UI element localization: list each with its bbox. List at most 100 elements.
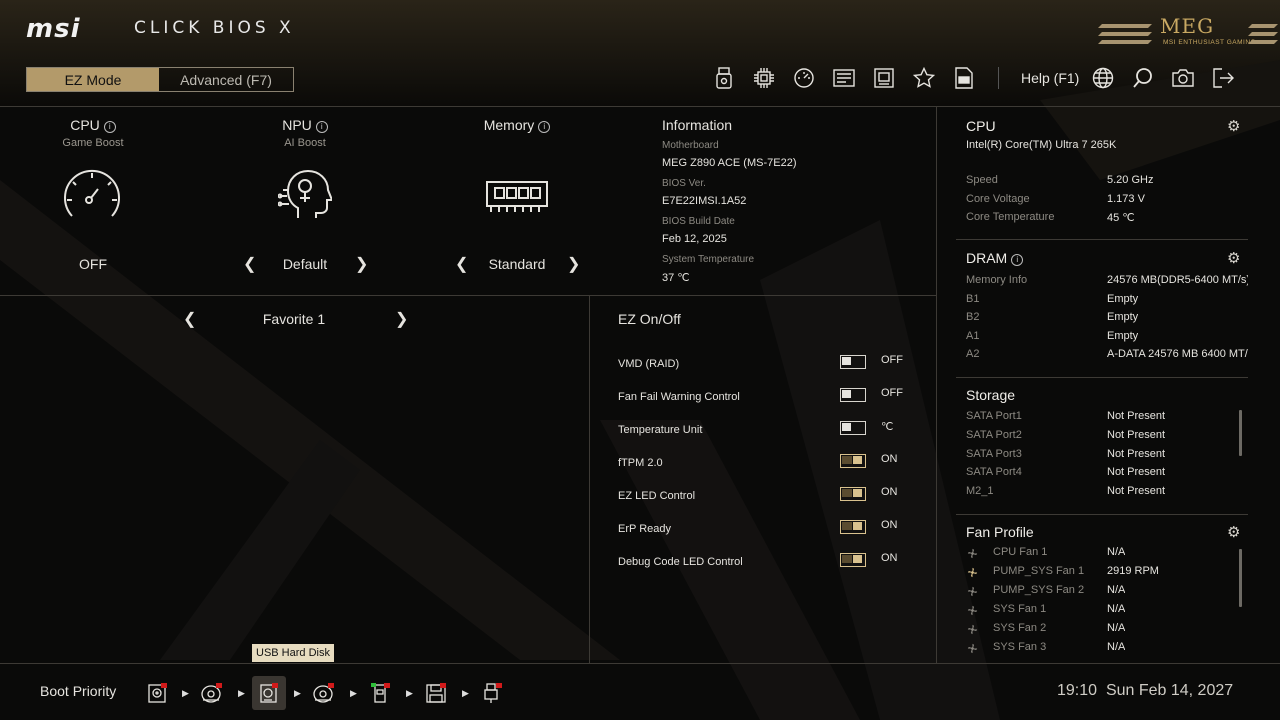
favorite-prev-arrow[interactable]: ❮ — [183, 309, 196, 329]
info-label: BIOS Ver. — [662, 178, 706, 189]
npu-prev-arrow[interactable]: ❮ — [243, 254, 256, 274]
ez-mode-tab[interactable]: EZ Mode — [27, 68, 159, 91]
boot-device-usb-device-icon[interactable] — [480, 681, 504, 705]
boot-device-hdd-icon[interactable] — [146, 681, 170, 705]
boot-device-list: ▶ ▶ ▶ ▶ ▶ ▶ — [146, 676, 506, 710]
storage-label: SATA Port1 — [966, 410, 1022, 422]
right-panel-divider — [936, 107, 937, 663]
dram-settings-gear-icon[interactable]: ⚙ — [1227, 249, 1240, 267]
favorite-divider — [589, 296, 590, 663]
dram-label: Memory Info — [966, 274, 1028, 286]
board-explorer-icon[interactable] — [872, 66, 896, 90]
storage-value: Not Present — [1107, 448, 1166, 460]
cpu-settings-gear-icon[interactable]: ⚙ — [1227, 117, 1240, 135]
memory-boost-title: Memory — [483, 117, 535, 133]
fan-settings-gear-icon[interactable]: ⚙ — [1227, 523, 1240, 541]
boot-order-arrow-icon: ▶ — [406, 688, 413, 698]
info-label: BIOS Build Date — [662, 216, 735, 227]
screenshot-camera-icon[interactable] — [1171, 66, 1195, 90]
advanced-mode-tab[interactable]: Advanced (F7) — [159, 68, 293, 91]
storage-section-title: Storage — [966, 387, 1016, 403]
game-boost-gauge-icon[interactable] — [62, 166, 122, 222]
right-panel-separator — [956, 377, 1248, 378]
ez-item-label: Temperature Unit — [618, 424, 703, 436]
storage-scrollbar[interactable] — [1239, 410, 1242, 456]
boot-device-usb-optical-icon[interactable] — [312, 681, 336, 705]
usb-flash-icon[interactable] — [712, 66, 736, 90]
system-clock: 19:10 Sun Feb 14, 2027 — [1057, 682, 1233, 700]
fan-icon — [967, 624, 978, 635]
info-icon[interactable]: i — [1011, 254, 1024, 266]
cpu-boost-value[interactable]: OFF — [20, 256, 166, 272]
ez-row-led: EZ LED Control ON — [618, 486, 898, 504]
right-panel-separator — [956, 239, 1248, 240]
exit-icon[interactable] — [1211, 66, 1235, 90]
fan-label: PUMP_SYS Fan 1 — [993, 565, 1085, 577]
cpu-boost-panel: CPU i Game Boost — [20, 117, 166, 149]
boot-device-usb-floppy-icon[interactable] — [424, 681, 448, 705]
memory-prev-arrow[interactable]: ❮ — [455, 254, 468, 274]
dram-label: A2 — [966, 348, 980, 360]
ftpm-toggle[interactable] — [840, 454, 866, 468]
top-toolbar: Help (F1) — [712, 64, 1251, 92]
info-icon[interactable]: i — [538, 121, 551, 133]
boost-divider — [0, 295, 936, 296]
dram-value: A-DATA 24576 MB 6400 MT/s — [1107, 348, 1248, 360]
fan-list: CPU Fan 1 N/A PUMP_SYS Fan 1 2919 RPM PU… — [966, 546, 1236, 658]
ez-item-label: VMD (RAID) — [618, 358, 680, 370]
cpu-boost-title: CPU — [70, 117, 100, 133]
npu-next-arrow[interactable]: ❯ — [355, 254, 368, 274]
favorite-next-arrow[interactable]: ❯ — [395, 309, 408, 329]
info-icon[interactable]: i — [103, 121, 116, 133]
npu-boost-subtitle: AI Boost — [284, 137, 326, 149]
help-button[interactable]: Help (F1) — [1021, 70, 1079, 86]
favorite-star-icon[interactable] — [912, 66, 936, 90]
meg-tagline: MSI ENTHUSIAST GAMING — [1163, 39, 1257, 46]
info-value: Feb 12, 2025 — [662, 233, 727, 245]
fan-scrollbar[interactable] — [1239, 549, 1242, 607]
cpu-model: Intel(R) Core(TM) Ultra 7 265K — [966, 139, 1117, 151]
fan-value: N/A — [1107, 641, 1126, 653]
vmd-toggle[interactable] — [840, 355, 866, 369]
boot-order-arrow-icon: ▶ — [462, 688, 469, 698]
fan-label: CPU Fan 1 — [993, 546, 1048, 558]
debug-led-toggle[interactable] — [840, 553, 866, 567]
fan-icon — [967, 643, 978, 654]
dram-title: DRAM — [966, 250, 1008, 266]
header-divider — [0, 106, 1280, 107]
boot-device-usb-hard-disk-icon[interactable] — [252, 676, 286, 710]
ez-row-debug-led: Debug Code LED Control ON — [618, 552, 898, 570]
temperature-unit-toggle[interactable] — [840, 421, 866, 435]
info-value: 37 ℃ — [662, 272, 690, 284]
erp-ready-toggle[interactable] — [840, 520, 866, 534]
language-globe-icon[interactable] — [1091, 66, 1115, 90]
msi-logo: msi — [26, 14, 81, 44]
cpu-voltage-label: Core Voltage — [966, 193, 1030, 205]
storage-label: M2_1 — [966, 485, 994, 497]
boot-device-optical-disc-icon[interactable] — [200, 681, 224, 705]
boot-device-usb-key-icon[interactable] — [368, 681, 392, 705]
dram-value: Empty — [1107, 311, 1139, 323]
cpu-chip-icon[interactable] — [752, 66, 776, 90]
memory-boost-value[interactable]: Standard — [472, 256, 562, 272]
fan-value: N/A — [1107, 603, 1126, 615]
toolbar-divider — [998, 67, 999, 89]
ez-item-state: ℃ — [881, 421, 894, 433]
hardware-monitor-icon[interactable] — [832, 66, 856, 90]
ez-item-state: OFF — [881, 354, 903, 366]
ez-led-toggle[interactable] — [840, 487, 866, 501]
dram-value: Empty — [1107, 293, 1139, 305]
memory-next-arrow[interactable]: ❯ — [567, 254, 580, 274]
fan-fail-toggle[interactable] — [840, 388, 866, 402]
npu-boost-value[interactable]: Default — [260, 256, 350, 272]
storage-value: Not Present — [1107, 429, 1166, 441]
cpu-speed-label: Speed — [966, 174, 998, 186]
search-icon[interactable] — [1131, 66, 1155, 90]
speedometer-icon[interactable] — [792, 66, 816, 90]
fan-icon — [967, 605, 978, 616]
clock-time: 19:10 — [1057, 682, 1098, 699]
clock-date: Sun Feb 14, 2027 — [1105, 682, 1234, 699]
bios-file-icon[interactable] — [952, 66, 976, 90]
dram-value: 24576 MB(DDR5-6400 MT/s) — [1107, 274, 1248, 286]
info-icon[interactable]: i — [315, 121, 328, 133]
